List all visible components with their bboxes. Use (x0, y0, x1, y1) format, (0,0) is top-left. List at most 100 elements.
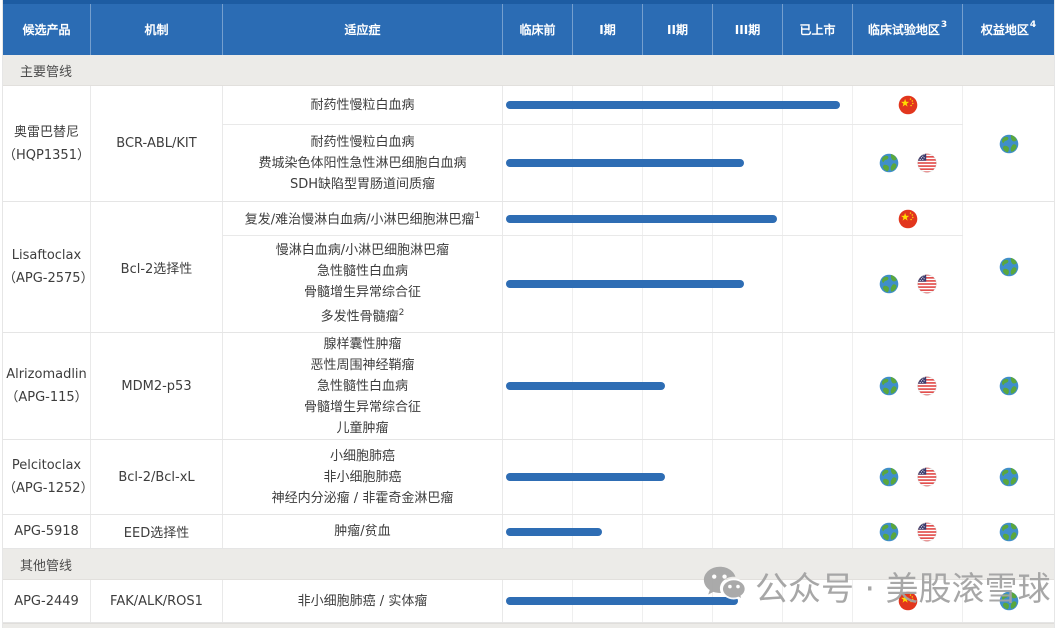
pipeline-page: 候选产品机制适应症临床前I期II期III期已上市临床试验地区3权益地区4主要管线… (0, 0, 1057, 628)
progress-bar (506, 101, 840, 109)
globe-icon (879, 376, 899, 396)
trial-regions-cell (853, 440, 963, 514)
china-flag-icon (898, 95, 918, 115)
progress-bar (506, 280, 744, 288)
header-label: 权益地区 (981, 23, 1029, 37)
indication-cell: 非小细胞肺癌 / 实体瘤 (223, 580, 503, 622)
pipeline-table: 候选产品机制适应症临床前I期II期III期已上市临床试验地区3权益地区4主要管线… (2, 0, 1055, 628)
indication-text: SDH缺陷型胃肠道间质瘤 (290, 174, 435, 195)
pipeline-row: Alrizomadlin（APG-115）MDM2-p53腺样囊性肿瘤恶性周围神… (3, 333, 1054, 440)
rights-regions-cell (963, 440, 1054, 514)
footnote-marker: 1 (475, 211, 481, 221)
phase-cell (643, 515, 713, 548)
product-name: Alrizomadlin (6, 363, 87, 386)
us-flag-icon (917, 153, 937, 173)
phase-cell (783, 440, 853, 514)
us-flag-icon (917, 376, 937, 396)
product-name: 奥雷巴替尼 (14, 121, 79, 144)
trial-regions-cell (853, 202, 963, 235)
globe-icon (999, 522, 1019, 542)
footnote-marker: 4 (1030, 21, 1036, 30)
product-code: （APG-115） (5, 386, 87, 409)
header-label: 临床试验地区 (868, 23, 940, 37)
header-label: 已上市 (799, 23, 835, 37)
indication-row: 非小细胞肺癌 / 实体瘤 (223, 580, 963, 622)
indication-text: 骨髓增生异常综合征 (304, 282, 421, 303)
product-cell: Alrizomadlin（APG-115） (3, 333, 91, 439)
next-section-strip (3, 623, 1054, 628)
us-flag-icon (917, 522, 937, 542)
indication-cell: 复发/难治慢淋白血病/小淋巴细胞淋巴瘤1 (223, 202, 503, 235)
header-label: 适应症 (344, 23, 380, 37)
product-name: Lisaftoclax (12, 244, 81, 267)
indication-text: 非小细胞肺癌 (323, 467, 401, 488)
progress-bar (506, 159, 744, 167)
header-rights-regions: 权益地区4 (963, 4, 1054, 55)
product-cell: APG-2449 (3, 580, 91, 622)
indication-text: 神经内分泌瘤 / 非霍奇金淋巴瘤 (272, 488, 454, 509)
header-phase1: I期 (573, 4, 643, 55)
product-name: APG-2449 (14, 590, 79, 613)
mechanism-cell: FAK/ALK/ROS1 (91, 580, 223, 622)
header-label: 机制 (144, 23, 168, 37)
indication-row: 小细胞肺癌非小细胞肺癌神经内分泌瘤 / 非霍奇金淋巴瘤 (223, 440, 963, 514)
trial-regions-cell (853, 86, 963, 124)
indication-text: 复发/难治慢淋白血病/小淋巴细胞淋巴瘤1 (245, 206, 481, 230)
phase-track (503, 333, 853, 439)
indication-text: 骨髓增生异常综合征 (304, 397, 421, 418)
indication-text: 慢淋白血病/小淋巴细胞淋巴瘤 (276, 240, 449, 261)
trial-regions-cell (853, 515, 963, 548)
section-band: 主要管线 (3, 55, 1054, 86)
indication-subrows: 小细胞肺癌非小细胞肺癌神经内分泌瘤 / 非霍奇金淋巴瘤 (223, 440, 963, 514)
globe-icon (999, 467, 1019, 487)
header-label: III期 (735, 23, 760, 37)
indication-subrows: 耐药性慢粒白血病耐药性慢粒白血病费城染色体阳性急性淋巴细胞白血病SDH缺陷型胃肠… (223, 86, 963, 201)
pipeline-row: Pelcitoclax（APG-1252）Bcl-2/Bcl-xL小细胞肺癌非小… (3, 440, 1054, 515)
phase-track (503, 125, 853, 201)
header-label: II期 (667, 23, 688, 37)
header-label: 临床前 (519, 23, 555, 37)
indication-row: 耐药性慢粒白血病 (223, 86, 963, 124)
progress-bar (506, 473, 665, 481)
trial-regions-cell (853, 125, 963, 201)
progress-bar (506, 382, 665, 390)
indication-text: 多发性骨髓瘤2 (321, 303, 405, 327)
product-code: （APG-1252） (3, 477, 90, 500)
rights-regions-cell (963, 86, 1054, 201)
rights-regions-cell (963, 515, 1054, 548)
us-flag-icon (917, 467, 937, 487)
header-trial-regions: 临床试验地区3 (853, 4, 963, 55)
pipeline-row: APG-2449 FAK/ALK/ROS1非小细胞肺癌 / 实体瘤 (3, 580, 1054, 623)
rights-regions-cell (963, 580, 1054, 622)
trial-regions-cell (853, 333, 963, 439)
indication-text: 耐药性慢粒白血病 (310, 95, 414, 116)
header-mechanism: 机制 (91, 4, 223, 55)
rights-regions-cell (963, 333, 1054, 439)
indication-row: 耐药性慢粒白血病费城染色体阳性急性淋巴细胞白血病SDH缺陷型胃肠道间质瘤 (223, 124, 963, 201)
indication-text: 急性髓性白血病 (317, 261, 408, 282)
globe-icon (879, 522, 899, 542)
china-flag-icon (898, 209, 918, 229)
indication-row: 复发/难治慢淋白血病/小淋巴细胞淋巴瘤1 (223, 202, 963, 235)
mechanism-cell: Bcl-2/Bcl-xL (91, 440, 223, 514)
header-label: 候选产品 (22, 23, 70, 37)
mechanism-cell: Bcl-2选择性 (91, 202, 223, 332)
rights-regions-cell (963, 202, 1054, 332)
phase-track (503, 580, 853, 622)
pipeline-row: APG-5918EED选择性肿瘤/贫血 (3, 515, 1054, 549)
phase-track (503, 202, 853, 235)
phase-cell (713, 515, 783, 548)
phase-cell (783, 580, 853, 622)
phase-cell (783, 125, 853, 201)
header-product: 候选产品 (3, 4, 91, 55)
indication-subrows: 非小细胞肺癌 / 实体瘤 (223, 580, 963, 622)
phase-track (503, 515, 853, 548)
product-name: APG-5918 (14, 520, 79, 543)
mechanism-cell: MDM2-p53 (91, 333, 223, 439)
indication-text: 小细胞肺癌 (330, 446, 395, 467)
indication-cell: 小细胞肺癌非小细胞肺癌神经内分泌瘤 / 非霍奇金淋巴瘤 (223, 440, 503, 514)
progress-bar (506, 215, 777, 223)
header-marketed: 已上市 (783, 4, 853, 55)
phase-track (503, 86, 853, 124)
phase-cell (783, 333, 853, 439)
